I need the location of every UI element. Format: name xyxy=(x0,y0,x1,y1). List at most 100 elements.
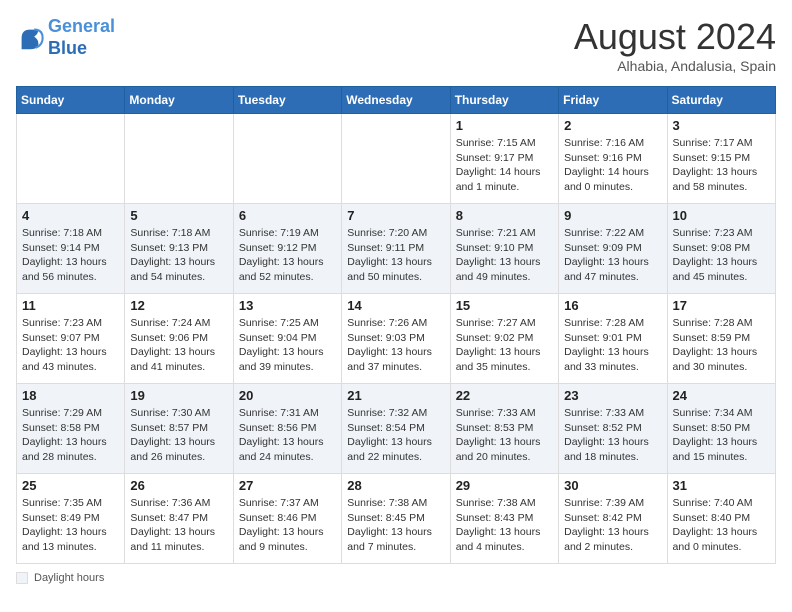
calendar-day-header: Monday xyxy=(125,87,233,114)
day-number: 15 xyxy=(456,298,553,313)
calendar-week-row: 11 Sunrise: 7:23 AM Sunset: 9:07 PM Dayli… xyxy=(17,294,776,384)
month-year: August 2024 xyxy=(574,16,776,58)
day-number: 29 xyxy=(456,478,553,493)
day-info: Sunrise: 7:29 AM Sunset: 8:58 PM Dayligh… xyxy=(22,406,119,465)
title-block: August 2024 Alhabia, Andalusia, Spain xyxy=(574,16,776,74)
day-number: 16 xyxy=(564,298,661,313)
day-info: Sunrise: 7:33 AM Sunset: 8:52 PM Dayligh… xyxy=(564,406,661,465)
day-info: Sunrise: 7:23 AM Sunset: 9:07 PM Dayligh… xyxy=(22,316,119,375)
day-info: Sunrise: 7:27 AM Sunset: 9:02 PM Dayligh… xyxy=(456,316,553,375)
calendar-cell: 28 Sunrise: 7:38 AM Sunset: 8:45 PM Dayli… xyxy=(342,474,450,564)
day-number: 5 xyxy=(130,208,227,223)
calendar-cell: 1 Sunrise: 7:15 AM Sunset: 9:17 PM Daylig… xyxy=(450,114,558,204)
day-number: 9 xyxy=(564,208,661,223)
page-header: General Blue August 2024 Alhabia, Andalu… xyxy=(16,16,776,74)
day-number: 17 xyxy=(673,298,770,313)
day-number: 18 xyxy=(22,388,119,403)
day-info: Sunrise: 7:28 AM Sunset: 8:59 PM Dayligh… xyxy=(673,316,770,375)
calendar-cell: 2 Sunrise: 7:16 AM Sunset: 9:16 PM Daylig… xyxy=(559,114,667,204)
day-info: Sunrise: 7:37 AM Sunset: 8:46 PM Dayligh… xyxy=(239,496,336,555)
day-info: Sunrise: 7:19 AM Sunset: 9:12 PM Dayligh… xyxy=(239,226,336,285)
calendar-week-row: 25 Sunrise: 7:35 AM Sunset: 8:49 PM Dayli… xyxy=(17,474,776,564)
day-number: 12 xyxy=(130,298,227,313)
day-number: 1 xyxy=(456,118,553,133)
calendar-cell: 21 Sunrise: 7:32 AM Sunset: 8:54 PM Dayli… xyxy=(342,384,450,474)
day-number: 11 xyxy=(22,298,119,313)
day-info: Sunrise: 7:38 AM Sunset: 8:43 PM Dayligh… xyxy=(456,496,553,555)
day-number: 7 xyxy=(347,208,444,223)
day-info: Sunrise: 7:18 AM Sunset: 9:13 PM Dayligh… xyxy=(130,226,227,285)
calendar-week-row: 18 Sunrise: 7:29 AM Sunset: 8:58 PM Dayli… xyxy=(17,384,776,474)
calendar-cell: 31 Sunrise: 7:40 AM Sunset: 8:40 PM Dayli… xyxy=(667,474,775,564)
calendar-cell: 14 Sunrise: 7:26 AM Sunset: 9:03 PM Dayli… xyxy=(342,294,450,384)
day-info: Sunrise: 7:15 AM Sunset: 9:17 PM Dayligh… xyxy=(456,136,553,195)
calendar-cell: 19 Sunrise: 7:30 AM Sunset: 8:57 PM Dayli… xyxy=(125,384,233,474)
day-number: 30 xyxy=(564,478,661,493)
day-info: Sunrise: 7:32 AM Sunset: 8:54 PM Dayligh… xyxy=(347,406,444,465)
calendar-week-row: 1 Sunrise: 7:15 AM Sunset: 9:17 PM Daylig… xyxy=(17,114,776,204)
day-number: 23 xyxy=(564,388,661,403)
calendar-cell: 3 Sunrise: 7:17 AM Sunset: 9:15 PM Daylig… xyxy=(667,114,775,204)
calendar-header-row: SundayMondayTuesdayWednesdayThursdayFrid… xyxy=(17,87,776,114)
day-number: 3 xyxy=(673,118,770,133)
calendar-cell: 30 Sunrise: 7:39 AM Sunset: 8:42 PM Dayli… xyxy=(559,474,667,564)
day-info: Sunrise: 7:25 AM Sunset: 9:04 PM Dayligh… xyxy=(239,316,336,375)
calendar-cell: 15 Sunrise: 7:27 AM Sunset: 9:02 PM Dayli… xyxy=(450,294,558,384)
day-info: Sunrise: 7:39 AM Sunset: 8:42 PM Dayligh… xyxy=(564,496,661,555)
calendar-cell: 25 Sunrise: 7:35 AM Sunset: 8:49 PM Dayli… xyxy=(17,474,125,564)
day-info: Sunrise: 7:38 AM Sunset: 8:45 PM Dayligh… xyxy=(347,496,444,555)
day-number: 19 xyxy=(130,388,227,403)
day-number: 31 xyxy=(673,478,770,493)
day-info: Sunrise: 7:31 AM Sunset: 8:56 PM Dayligh… xyxy=(239,406,336,465)
day-info: Sunrise: 7:28 AM Sunset: 9:01 PM Dayligh… xyxy=(564,316,661,375)
logo-text: General Blue xyxy=(48,16,115,59)
calendar-cell: 9Sunrise: 7:22 AM Sunset: 9:09 PM Daylig… xyxy=(559,204,667,294)
calendar-cell: 16 Sunrise: 7:28 AM Sunset: 9:01 PM Dayli… xyxy=(559,294,667,384)
day-number: 2 xyxy=(564,118,661,133)
footer-note: Daylight hours xyxy=(16,572,776,584)
calendar-cell: 17 Sunrise: 7:28 AM Sunset: 8:59 PM Dayli… xyxy=(667,294,775,384)
day-info: Sunrise: 7:40 AM Sunset: 8:40 PM Dayligh… xyxy=(673,496,770,555)
day-number: 6 xyxy=(239,208,336,223)
day-number: 24 xyxy=(673,388,770,403)
day-info: Sunrise: 7:35 AM Sunset: 8:49 PM Dayligh… xyxy=(22,496,119,555)
logo-line2: Blue xyxy=(48,38,87,58)
day-number: 8 xyxy=(456,208,553,223)
calendar-cell: 6 Sunrise: 7:19 AM Sunset: 9:12 PM Daylig… xyxy=(233,204,341,294)
calendar-cell xyxy=(17,114,125,204)
calendar-cell: 23 Sunrise: 7:33 AM Sunset: 8:52 PM Dayli… xyxy=(559,384,667,474)
calendar-cell: 29 Sunrise: 7:38 AM Sunset: 8:43 PM Dayli… xyxy=(450,474,558,564)
day-info: Sunrise: 7:16 AM Sunset: 9:16 PM Dayligh… xyxy=(564,136,661,195)
day-info: Sunrise: 7:20 AM Sunset: 9:11 PM Dayligh… xyxy=(347,226,444,285)
calendar-cell xyxy=(342,114,450,204)
day-info: Sunrise: 7:26 AM Sunset: 9:03 PM Dayligh… xyxy=(347,316,444,375)
day-info: Sunrise: 7:17 AM Sunset: 9:15 PM Dayligh… xyxy=(673,136,770,195)
day-number: 25 xyxy=(22,478,119,493)
day-info: Sunrise: 7:34 AM Sunset: 8:50 PM Dayligh… xyxy=(673,406,770,465)
calendar-cell: 4 Sunrise: 7:18 AM Sunset: 9:14 PM Daylig… xyxy=(17,204,125,294)
calendar-cell: 27Sunrise: 7:37 AM Sunset: 8:46 PM Dayli… xyxy=(233,474,341,564)
footer-text: Daylight hours xyxy=(34,572,104,584)
day-info: Sunrise: 7:33 AM Sunset: 8:53 PM Dayligh… xyxy=(456,406,553,465)
logo-line1: General xyxy=(48,16,115,36)
location: Alhabia, Andalusia, Spain xyxy=(574,58,776,74)
calendar-cell: 12 Sunrise: 7:24 AM Sunset: 9:06 PM Dayli… xyxy=(125,294,233,384)
day-number: 14 xyxy=(347,298,444,313)
day-info: Sunrise: 7:18 AM Sunset: 9:14 PM Dayligh… xyxy=(22,226,119,285)
daylight-indicator xyxy=(16,572,28,584)
day-number: 21 xyxy=(347,388,444,403)
day-number: 4 xyxy=(22,208,119,223)
calendar-day-header: Wednesday xyxy=(342,87,450,114)
day-info: Sunrise: 7:24 AM Sunset: 9:06 PM Dayligh… xyxy=(130,316,227,375)
calendar-week-row: 4 Sunrise: 7:18 AM Sunset: 9:14 PM Daylig… xyxy=(17,204,776,294)
day-info: Sunrise: 7:36 AM Sunset: 8:47 PM Dayligh… xyxy=(130,496,227,555)
day-number: 28 xyxy=(347,478,444,493)
calendar-cell: 20Sunrise: 7:31 AM Sunset: 8:56 PM Dayli… xyxy=(233,384,341,474)
calendar-day-header: Thursday xyxy=(450,87,558,114)
calendar-cell: 26 Sunrise: 7:36 AM Sunset: 8:47 PM Dayli… xyxy=(125,474,233,564)
day-info: Sunrise: 7:30 AM Sunset: 8:57 PM Dayligh… xyxy=(130,406,227,465)
day-number: 26 xyxy=(130,478,227,493)
calendar-cell: 5 Sunrise: 7:18 AM Sunset: 9:13 PM Daylig… xyxy=(125,204,233,294)
logo-icon xyxy=(16,24,44,52)
calendar-cell: 18 Sunrise: 7:29 AM Sunset: 8:58 PM Dayli… xyxy=(17,384,125,474)
